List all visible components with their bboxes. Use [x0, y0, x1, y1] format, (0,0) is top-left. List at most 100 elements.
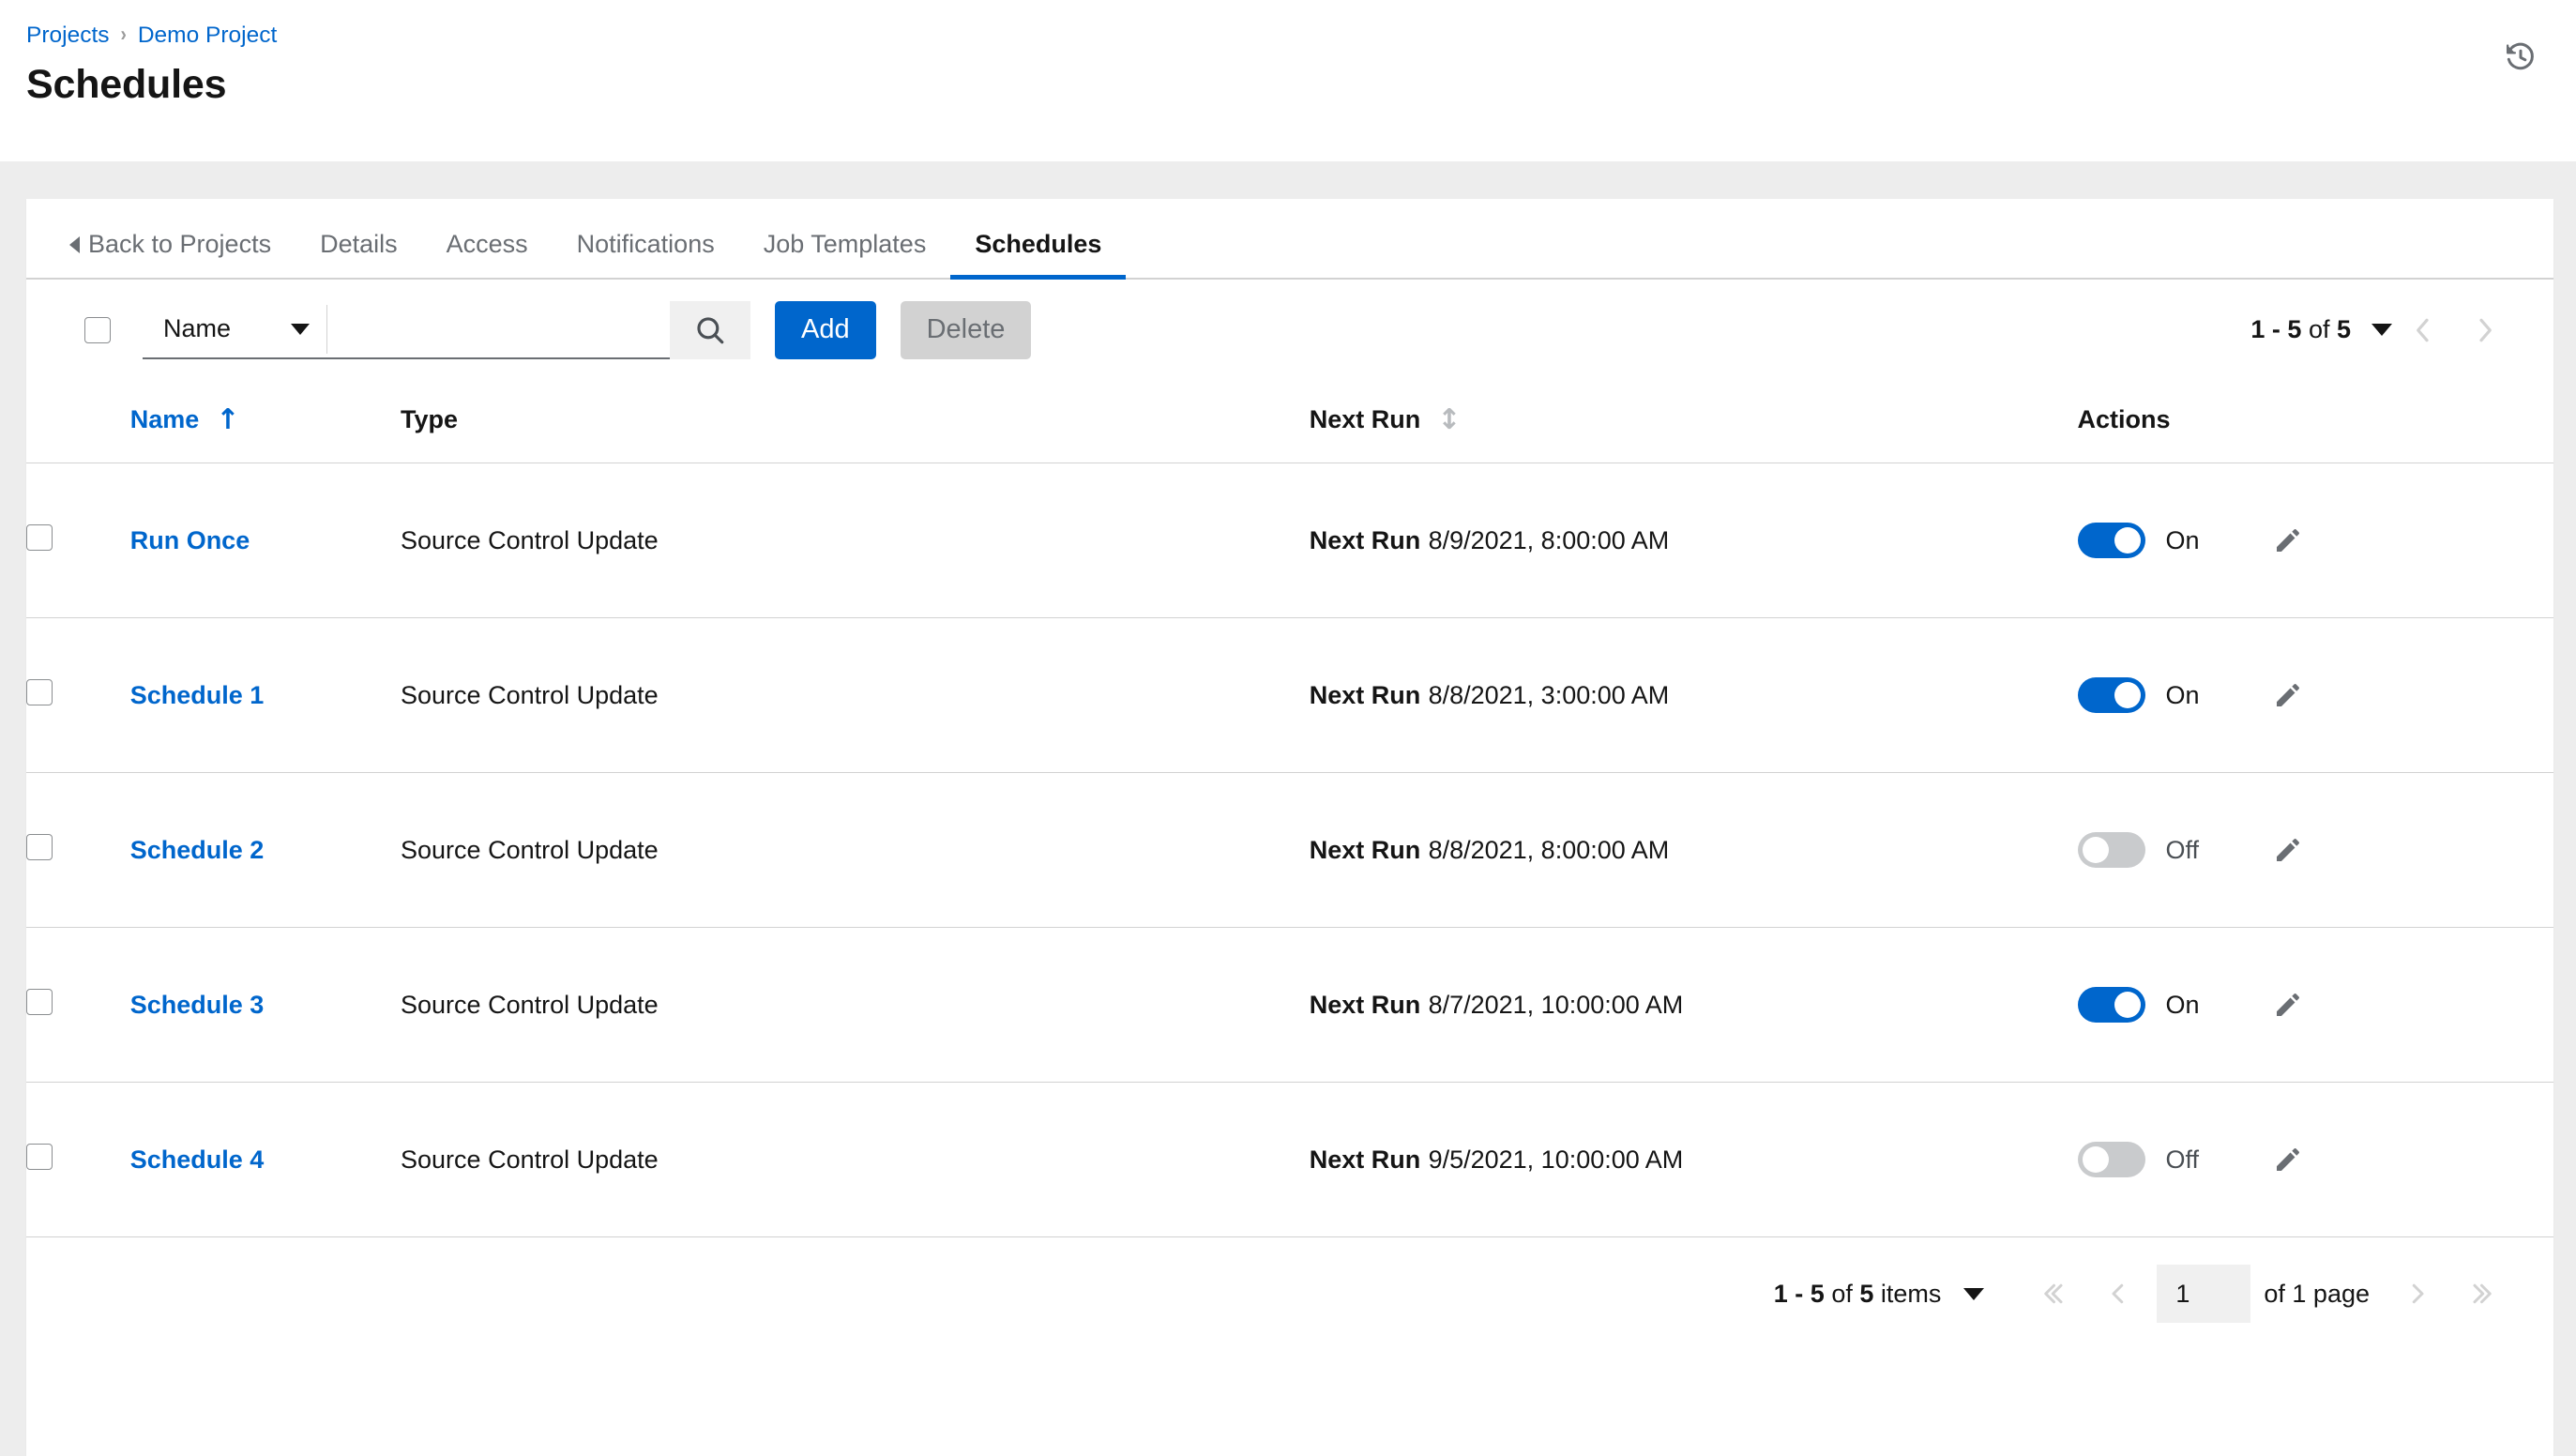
page-title: Schedules — [26, 62, 2535, 108]
tab-back-to-projects[interactable]: Back to Projects — [69, 232, 295, 278]
footer-first-page-button[interactable] — [2025, 1267, 2087, 1320]
table-header-row: Name ↑ Type Next Run ↕ Actions — [26, 381, 2553, 463]
row-actions-cell: On — [2078, 928, 2553, 1083]
footer-next-page-button[interactable] — [2387, 1267, 2448, 1320]
row-actions-cell: On — [2078, 463, 2553, 618]
chevron-left-icon — [69, 236, 80, 253]
tab-back-to-projects-label: Back to Projects — [88, 232, 271, 257]
search-input[interactable] — [326, 301, 670, 359]
row-toggle-label: Off — [2166, 836, 2219, 865]
row-toggle-label: On — [2166, 681, 2219, 710]
breadcrumb-item-projects[interactable]: Projects — [26, 21, 110, 51]
row-checkbox-cell — [26, 618, 130, 773]
table-row: Schedule 3 Source Control Update Next Ru… — [26, 928, 2553, 1083]
row-next-run-value-cell: 8/8/2021, 8:00:00 AM — [1429, 773, 2078, 928]
toggle-knob — [2114, 682, 2141, 708]
add-button[interactable]: Add — [775, 301, 876, 359]
row-next-run-value-cell: 9/5/2021, 10:00:00 AM — [1429, 1083, 2078, 1237]
row-spacer-cell — [855, 618, 1309, 773]
breadcrumb-item-demo-project[interactable]: Demo Project — [138, 21, 277, 51]
toolbar-pagination-total: 5 — [2337, 315, 2351, 343]
row-name-link[interactable]: Run Once — [130, 526, 250, 554]
row-name-cell: Schedule 2 — [130, 773, 401, 928]
row-checkbox[interactable] — [26, 524, 53, 551]
row-name-link[interactable]: Schedule 1 — [130, 681, 265, 709]
schedules-table: Name ↑ Type Next Run ↕ Actions — [26, 381, 2553, 1237]
toggle-knob — [2114, 527, 2141, 554]
footer-last-page-button[interactable] — [2448, 1267, 2510, 1320]
header-next-run: Next Run ↕ — [1310, 381, 2078, 463]
row-spacer-cell — [855, 773, 1309, 928]
row-checkbox-cell — [26, 463, 130, 618]
header-checkbox-col — [26, 381, 130, 463]
delete-button: Delete — [901, 301, 1032, 359]
row-checkbox[interactable] — [26, 834, 53, 860]
table-header: Name ↑ Type Next Run ↕ Actions — [26, 381, 2553, 463]
table-row: Schedule 1 Source Control Update Next Ru… — [26, 618, 2553, 773]
search-group: Name — [143, 301, 750, 359]
row-spacer-cell — [855, 928, 1309, 1083]
pencil-icon[interactable] — [2265, 673, 2311, 718]
toolbar-prev-page-button[interactable] — [2392, 304, 2454, 356]
row-next-run-label: Next Run — [1310, 836, 1421, 864]
row-checkbox[interactable] — [26, 679, 53, 705]
pencil-icon[interactable] — [2265, 982, 2311, 1027]
row-name-link[interactable]: Schedule 2 — [130, 836, 265, 864]
history-icon[interactable] — [2499, 36, 2542, 79]
tab-details[interactable]: Details — [295, 232, 422, 278]
search-filter-label: Name — [163, 314, 231, 343]
sort-ascending-icon[interactable]: ↑ — [216, 406, 239, 434]
row-enable-toggle[interactable] — [2078, 832, 2145, 868]
toolbar-pagination-dropdown-icon[interactable] — [2371, 324, 2392, 336]
header-actions: Actions — [2078, 381, 2553, 463]
tab-notifications[interactable]: Notifications — [553, 232, 739, 278]
sort-none-icon[interactable]: ↕ — [1437, 406, 1461, 434]
row-next-run-label-cell: Next Run — [1310, 463, 1429, 618]
pencil-icon[interactable] — [2265, 1137, 2311, 1182]
row-next-run-value-cell: 8/7/2021, 10:00:00 AM — [1429, 928, 2078, 1083]
search-button[interactable] — [670, 301, 750, 359]
page-number-input[interactable] — [2157, 1265, 2250, 1323]
row-checkbox[interactable] — [26, 989, 53, 1015]
toolbar-next-page-button[interactable] — [2454, 304, 2516, 356]
tab-job-templates[interactable]: Job Templates — [739, 232, 951, 278]
tab-access[interactable]: Access — [422, 232, 553, 278]
row-checkbox-cell — [26, 1083, 130, 1237]
row-name-link[interactable]: Schedule 4 — [130, 1145, 265, 1174]
header-spacer — [855, 381, 1309, 463]
row-checkbox[interactable] — [26, 1144, 53, 1170]
row-enable-toggle[interactable] — [2078, 677, 2145, 713]
row-checkbox-cell — [26, 928, 130, 1083]
breadcrumb-separator-icon: › — [121, 23, 127, 49]
row-next-run-value: 8/8/2021, 3:00:00 AM — [1429, 681, 1670, 709]
header-actions — [2499, 36, 2542, 79]
search-filter-dropdown[interactable]: Name — [143, 301, 326, 359]
row-name-cell: Schedule 3 — [130, 928, 401, 1083]
select-all-checkbox[interactable] — [84, 317, 111, 343]
row-actions-cell: Off — [2078, 773, 2553, 928]
row-next-run-value: 8/9/2021, 8:00:00 AM — [1429, 526, 1670, 554]
row-name-link[interactable]: Schedule 3 — [130, 991, 265, 1019]
footer-per-page-dropdown-icon[interactable] — [1963, 1288, 1984, 1300]
footer-prev-page-button[interactable] — [2087, 1267, 2149, 1320]
row-actions-cell: On — [2078, 618, 2553, 773]
header-name-label[interactable]: Name — [130, 405, 200, 434]
pencil-icon[interactable] — [2265, 827, 2311, 872]
tab-schedules[interactable]: Schedules — [950, 232, 1126, 278]
table-body: Run Once Source Control Update Next Run … — [26, 463, 2553, 1237]
row-next-run-value: 9/5/2021, 10:00:00 AM — [1429, 1145, 1684, 1174]
row-enable-toggle[interactable] — [2078, 987, 2145, 1023]
row-next-run-label-cell: Next Run — [1310, 1083, 1429, 1237]
footer-total-pages-label: of 1 page — [2264, 1280, 2370, 1309]
row-next-run-label: Next Run — [1310, 681, 1421, 709]
row-type-cell: Source Control Update — [401, 928, 855, 1083]
row-type-cell: Source Control Update — [401, 618, 855, 773]
pencil-icon[interactable] — [2265, 518, 2311, 563]
row-next-run-value-cell: 8/8/2021, 3:00:00 AM — [1429, 618, 2078, 773]
toolbar-pagination-of: of — [2301, 315, 2337, 343]
toggle-knob — [2114, 992, 2141, 1018]
row-next-run-label-cell: Next Run — [1310, 618, 1429, 773]
header-next-run-label: Next Run — [1310, 405, 1421, 434]
row-enable-toggle[interactable] — [2078, 523, 2145, 558]
row-enable-toggle[interactable] — [2078, 1142, 2145, 1177]
